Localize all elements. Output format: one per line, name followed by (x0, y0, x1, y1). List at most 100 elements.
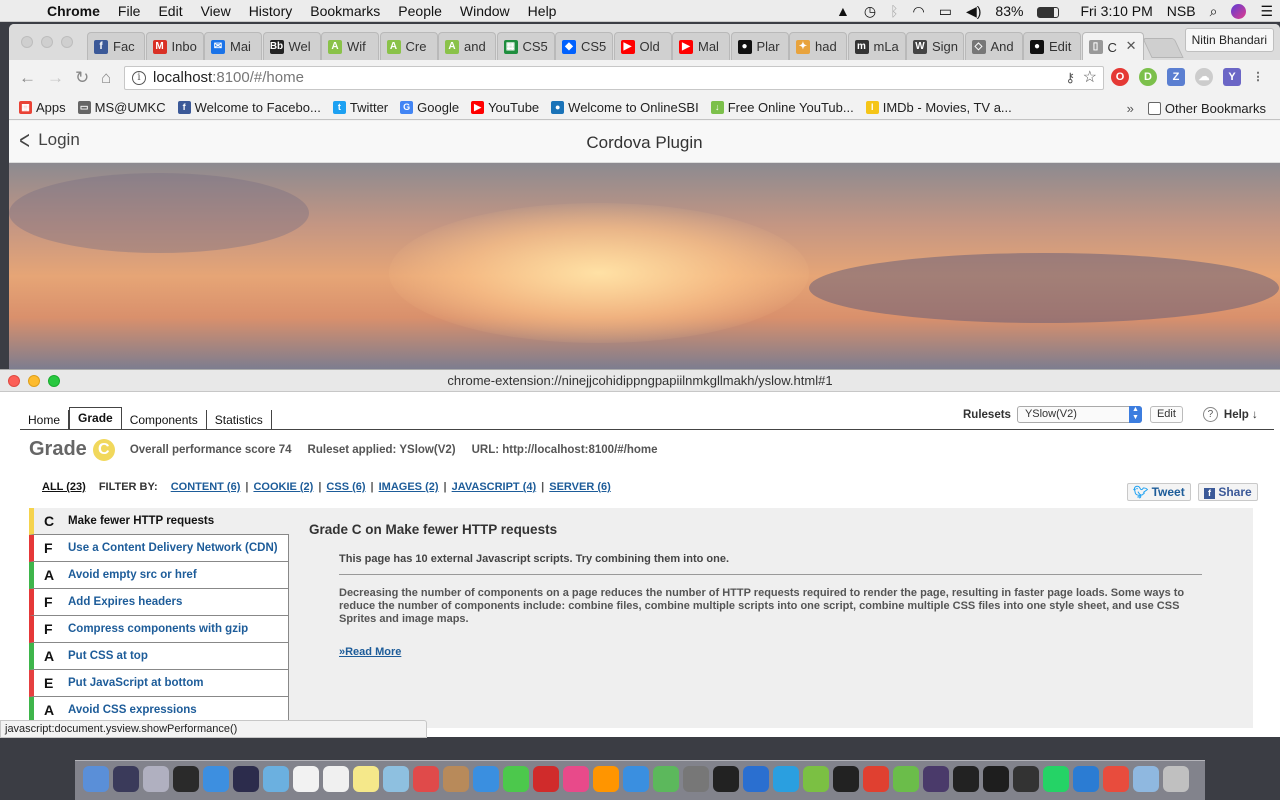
reload-icon[interactable]: ↻ (75, 68, 89, 88)
window-close-button[interactable] (21, 36, 33, 48)
menu-people[interactable]: People (389, 3, 451, 19)
dock-app-icon[interactable] (803, 766, 829, 792)
browser-tab[interactable]: ✉ Mai (204, 32, 262, 60)
filter-all[interactable]: ALL (23) (42, 481, 86, 493)
dock-app-icon[interactable] (473, 766, 499, 792)
browser-tab[interactable]: ▦ CS5 (496, 32, 555, 60)
forward-arrow-icon[interactable]: → (47, 68, 64, 88)
dock-app-icon[interactable] (983, 766, 1009, 792)
dock-app-icon[interactable] (143, 766, 169, 792)
window-zoom-button[interactable] (61, 36, 73, 48)
time-machine-icon[interactable]: ◷ (857, 3, 883, 20)
other-bookmarks-folder[interactable]: Other Bookmarks (1142, 101, 1272, 116)
yslow-minimize-button[interactable] (28, 375, 40, 387)
bookmark-star-icon[interactable]: ☆ (1083, 67, 1097, 89)
tab-components[interactable]: Components (122, 410, 207, 430)
close-tab-icon[interactable]: ✕ (1126, 38, 1137, 54)
bookmark-item[interactable]: ● Welcome to OnlineSBI (545, 100, 705, 115)
browser-tab[interactable]: m mLa (847, 32, 906, 60)
dock-app-icon[interactable] (173, 766, 199, 792)
spotlight-search-icon[interactable]: ⌕ (1203, 3, 1225, 20)
window-minimize-button[interactable] (41, 36, 53, 48)
dock-app-icon[interactable] (293, 766, 319, 792)
tab-grade[interactable]: Grade (69, 407, 122, 430)
rule-item[interactable]: C Make fewer HTTP requests (29, 508, 289, 535)
browser-tab[interactable]: ✦ had (789, 32, 847, 60)
menu-help[interactable]: Help (519, 3, 566, 19)
dock-app-icon[interactable] (383, 766, 409, 792)
dock-app-icon[interactable] (593, 766, 619, 792)
address-bar[interactable]: i localhost:8100/#/home ⚷ ☆ (124, 66, 1104, 90)
yslow-zoom-button[interactable] (48, 375, 60, 387)
filter-javascript[interactable]: JAVASCRIPT (4) (452, 481, 537, 493)
dock-app-icon[interactable] (503, 766, 529, 792)
read-more-link[interactable]: »Read More (339, 646, 401, 658)
yslow-close-button[interactable] (8, 375, 20, 387)
filter-css[interactable]: CSS (6) (326, 481, 365, 493)
dock-app-icon[interactable] (233, 766, 259, 792)
back-arrow-icon[interactable]: ← (19, 68, 36, 88)
dock-app-icon[interactable] (713, 766, 739, 792)
bookmark-item[interactable]: t Twitter (327, 100, 394, 115)
filter-cookie[interactable]: COOKIE (2) (253, 481, 313, 493)
dock-app-icon[interactable] (893, 766, 919, 792)
menu-bookmarks[interactable]: Bookmarks (301, 3, 389, 19)
wifi-icon[interactable]: ◠ (906, 3, 932, 20)
menu-file[interactable]: File (109, 3, 150, 19)
dock-app-icon[interactable] (923, 766, 949, 792)
browser-tab[interactable]: Bb Wel (262, 32, 321, 60)
profile-button[interactable]: Nitin Bhandari (1184, 28, 1274, 52)
tweet-button[interactable]: 🐦︎ Tweet (1127, 483, 1191, 501)
browser-tab[interactable]: Aand (438, 32, 496, 60)
dock-app-icon[interactable] (773, 766, 799, 792)
dock-app-icon[interactable] (743, 766, 769, 792)
browser-tab[interactable]: ◆ CS5 (555, 32, 613, 60)
rule-item[interactable]: E Put JavaScript at bottom (29, 670, 289, 697)
tab-statistics[interactable]: Statistics (207, 410, 272, 430)
bookmark-item[interactable]: ▦ Apps (13, 100, 72, 115)
volume-icon[interactable]: ◀) (959, 3, 988, 20)
dock-app-icon[interactable] (863, 766, 889, 792)
green-extension-icon[interactable]: D (1139, 68, 1157, 86)
menu-window[interactable]: Window (451, 3, 519, 19)
menu-app-name[interactable]: Chrome (38, 3, 109, 19)
dock-app-icon[interactable] (833, 766, 859, 792)
bookmark-item[interactable]: ▶ YouTube (465, 100, 545, 115)
bookmarks-overflow-chevron[interactable]: » (1127, 101, 1134, 116)
bookmark-item[interactable]: ↓ Free Online YouTub... (705, 100, 860, 115)
dock-app-icon[interactable] (413, 766, 439, 792)
browser-tab[interactable]: A Wif (321, 32, 379, 60)
rule-item[interactable]: A Put CSS at top (29, 643, 289, 670)
dock-app-icon[interactable] (443, 766, 469, 792)
dock-app-icon[interactable] (323, 766, 349, 792)
bookmark-item[interactable]: I IMDb - Movies, TV a... (860, 100, 1018, 115)
menu-view[interactable]: View (192, 3, 240, 19)
help-menu[interactable]: Help ↓ (1224, 409, 1258, 421)
yslow-extension-icon[interactable]: Y (1223, 68, 1241, 86)
dock-app-icon[interactable] (353, 766, 379, 792)
browser-tab[interactable]: ◇ And (964, 32, 1023, 60)
rule-item[interactable]: F Add Expires headers (29, 589, 289, 616)
dock-app-icon[interactable] (1163, 766, 1189, 792)
dock-app-icon[interactable] (953, 766, 979, 792)
bookmark-item[interactable]: G Google (394, 100, 465, 115)
filter-server[interactable]: SERVER (6) (549, 481, 611, 493)
browser-tab[interactable]: ● Plar (730, 32, 789, 60)
dock-app-icon[interactable] (1133, 766, 1159, 792)
browser-tab[interactable]: ● Edit (1023, 32, 1081, 60)
help-question-icon[interactable]: ? (1202, 407, 1218, 422)
filter-content[interactable]: CONTENT (6) (171, 481, 241, 493)
browser-tab[interactable]: M Inbo (145, 32, 204, 60)
dock-app-icon[interactable] (113, 766, 139, 792)
home-icon[interactable]: ⌂ (101, 68, 111, 88)
chrome-menu-icon[interactable]: ⋮ (1249, 68, 1267, 86)
siri-icon[interactable] (1224, 3, 1253, 20)
tab-home[interactable]: Home (20, 410, 70, 430)
dock-app-icon[interactable] (203, 766, 229, 792)
notification-center-icon[interactable]: ☰ (1253, 3, 1280, 20)
dock-app-icon[interactable] (623, 766, 649, 792)
dock-app-icon[interactable] (263, 766, 289, 792)
site-info-icon[interactable]: i (132, 71, 146, 85)
dock-app-icon[interactable] (533, 766, 559, 792)
filter-images[interactable]: IMAGES (2) (379, 481, 439, 493)
